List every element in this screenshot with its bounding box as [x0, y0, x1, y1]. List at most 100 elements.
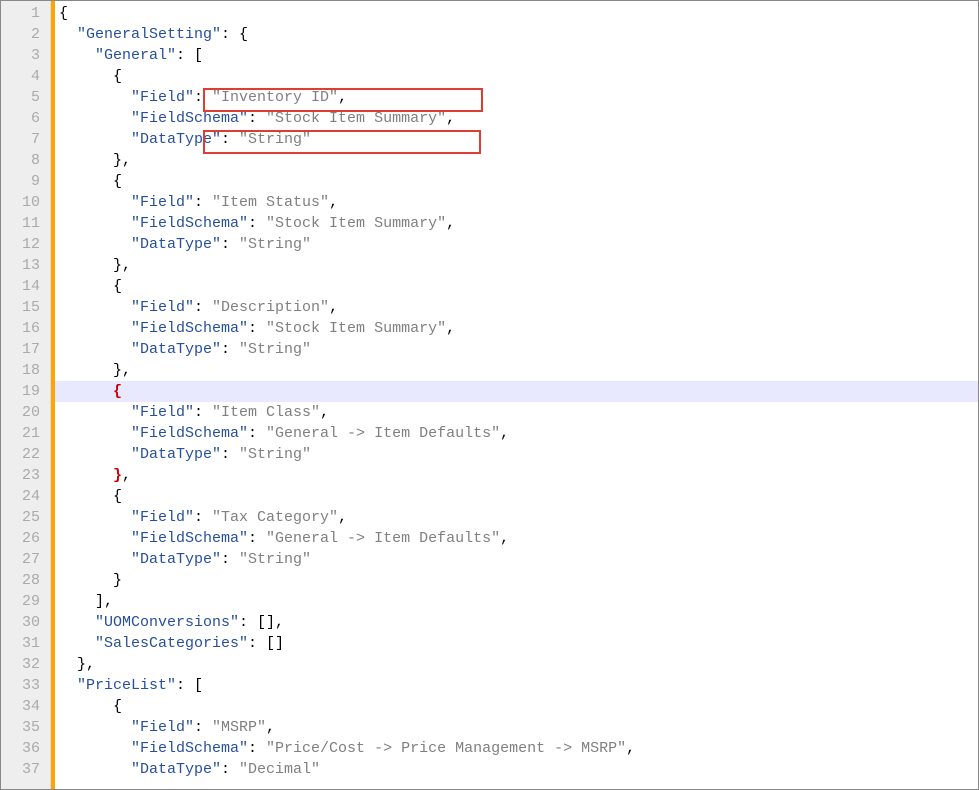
line-number: 11 [5, 213, 40, 234]
json-key: "GeneralSetting" [77, 26, 221, 43]
code-line[interactable]: { [55, 486, 978, 507]
line-number-gutter: 1234567891011121314151617181920212223242… [1, 1, 51, 789]
line-number: 9 [5, 171, 40, 192]
json-punct: : [221, 446, 239, 463]
code-line[interactable]: }, [55, 255, 978, 276]
json-punct: : [248, 110, 266, 127]
code-line[interactable]: { [55, 276, 978, 297]
line-number: 35 [5, 717, 40, 738]
json-punct: { [113, 278, 122, 295]
code-line[interactable]: "Field": "Item Class", [55, 402, 978, 423]
code-line[interactable]: { [55, 381, 978, 402]
json-key: "DataType" [131, 761, 221, 778]
json-key: "Field" [131, 299, 194, 316]
code-line[interactable]: "Field": "MSRP", [55, 717, 978, 738]
code-line[interactable]: "FieldSchema": "General -> Item Defaults… [55, 423, 978, 444]
code-line[interactable]: }, [55, 465, 978, 486]
code-line[interactable]: }, [55, 654, 978, 675]
code-line[interactable]: ], [55, 591, 978, 612]
json-key: "DataType" [131, 236, 221, 253]
json-key: "Field" [131, 404, 194, 421]
line-number: 15 [5, 297, 40, 318]
json-string: "General -> Item Defaults" [266, 530, 500, 547]
json-punct: , [500, 530, 509, 547]
json-punct: }, [113, 152, 131, 169]
code-line[interactable]: { [55, 171, 978, 192]
code-line[interactable]: "DataType": "String" [55, 549, 978, 570]
json-key: "FieldSchema" [131, 110, 248, 127]
code-line[interactable]: }, [55, 360, 978, 381]
json-punct: { [59, 5, 68, 22]
json-punct: : [194, 509, 212, 526]
json-punct: : [] [248, 635, 284, 652]
json-punct: }, [77, 656, 95, 673]
code-line[interactable]: "Field": "Description", [55, 297, 978, 318]
json-key: "UOMConversions" [95, 614, 239, 631]
code-line[interactable]: "FieldSchema": "Stock Item Summary", [55, 318, 978, 339]
line-number: 23 [5, 465, 40, 486]
code-line[interactable]: } [55, 570, 978, 591]
json-punct: : [194, 89, 212, 106]
json-key: "FieldSchema" [131, 425, 248, 442]
line-number: 21 [5, 423, 40, 444]
json-string: "Decimal" [239, 761, 320, 778]
json-punct: : [221, 131, 239, 148]
json-key: "PriceList" [77, 677, 176, 694]
code-line[interactable]: "FieldSchema": "Stock Item Summary", [55, 213, 978, 234]
code-line[interactable]: "SalesCategories": [] [55, 633, 978, 654]
code-line[interactable]: "FieldSchema": "Stock Item Summary", [55, 108, 978, 129]
json-string: "Item Class" [212, 404, 320, 421]
code-line[interactable]: }, [55, 150, 978, 171]
code-line[interactable]: { [55, 696, 978, 717]
json-punct: , [500, 425, 509, 442]
json-punct: : [ [176, 677, 203, 694]
line-number: 17 [5, 339, 40, 360]
code-line[interactable]: "DataType": "Decimal" [55, 759, 978, 780]
line-number: 7 [5, 129, 40, 150]
code-line[interactable]: "FieldSchema": "General -> Item Defaults… [55, 528, 978, 549]
code-line[interactable]: "DataType": "String" [55, 234, 978, 255]
line-number: 10 [5, 192, 40, 213]
json-key: "FieldSchema" [131, 215, 248, 232]
line-number: 2 [5, 24, 40, 45]
code-line[interactable]: "DataType": "String" [55, 129, 978, 150]
code-line[interactable]: { [55, 66, 978, 87]
json-punct: , [266, 719, 275, 736]
json-string: "Stock Item Summary" [266, 320, 446, 337]
json-punct: { [113, 698, 122, 715]
line-number: 26 [5, 528, 40, 549]
code-line[interactable]: "Field": "Tax Category", [55, 507, 978, 528]
json-punct: : [221, 236, 239, 253]
code-line[interactable]: "DataType": "String" [55, 444, 978, 465]
code-line[interactable]: "PriceList": [ [55, 675, 978, 696]
json-punct: { [113, 488, 122, 505]
json-string: "Tax Category" [212, 509, 338, 526]
json-punct: , [320, 404, 329, 421]
line-number: 1 [5, 3, 40, 24]
json-key: "SalesCategories" [95, 635, 248, 652]
json-punct: , [626, 740, 635, 757]
code-editor[interactable]: 1234567891011121314151617181920212223242… [0, 0, 979, 790]
json-string: "MSRP" [212, 719, 266, 736]
line-number: 37 [5, 759, 40, 780]
code-line[interactable]: "General": [ [55, 45, 978, 66]
code-line[interactable]: "GeneralSetting": { [55, 24, 978, 45]
json-string: "Item Status" [212, 194, 329, 211]
json-string: "Stock Item Summary" [266, 110, 446, 127]
json-key: "Field" [131, 89, 194, 106]
json-punct: , [446, 110, 455, 127]
json-punct: : [], [239, 614, 284, 631]
json-punct: : { [221, 26, 248, 43]
code-line[interactable]: "Field": "Inventory ID", [55, 87, 978, 108]
line-number: 36 [5, 738, 40, 759]
json-string: "String" [239, 236, 311, 253]
code-line[interactable]: "FieldSchema": "Price/Cost -> Price Mana… [55, 738, 978, 759]
json-punct: { [113, 383, 122, 400]
line-number: 3 [5, 45, 40, 66]
code-line[interactable]: "Field": "Item Status", [55, 192, 978, 213]
code-content-area[interactable]: {"GeneralSetting": {"General": [{"Field"… [55, 1, 978, 789]
code-line[interactable]: "UOMConversions": [], [55, 612, 978, 633]
json-punct: : [194, 194, 212, 211]
code-line[interactable]: { [55, 3, 978, 24]
code-line[interactable]: "DataType": "String" [55, 339, 978, 360]
